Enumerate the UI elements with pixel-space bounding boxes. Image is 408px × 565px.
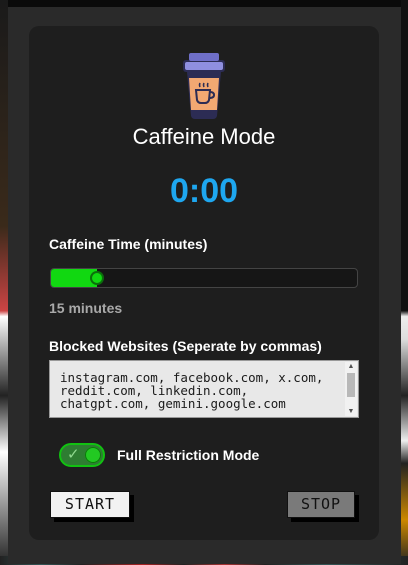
start-button[interactable]: START xyxy=(50,491,130,518)
textarea-scrollbar[interactable]: ▲ ▼ xyxy=(345,362,357,416)
stop-button[interactable]: STOP xyxy=(287,491,355,518)
caffeine-time-slider[interactable] xyxy=(50,268,358,288)
caffeine-time-value: 15 minutes xyxy=(49,300,123,316)
blocked-websites-textarea[interactable]: instagram.com, facebook.com, x.com, redd… xyxy=(49,360,359,418)
full-restriction-toggle[interactable]: ✓ xyxy=(59,443,105,467)
full-restriction-label: Full Restriction Mode xyxy=(117,447,260,463)
blocked-websites-label: Blocked Websites (Seperate by commas) xyxy=(49,338,322,354)
app-title: Caffeine Mode xyxy=(132,124,276,149)
check-icon: ✓ xyxy=(67,446,80,463)
slider-thumb[interactable] xyxy=(91,273,102,283)
countdown-timer: 0:00 xyxy=(169,172,239,210)
coffee-cup-icon xyxy=(183,53,225,119)
scroll-up-icon[interactable]: ▲ xyxy=(345,362,357,371)
toggle-knob xyxy=(85,447,101,463)
background-page-fragment xyxy=(0,0,8,565)
scroll-thumb[interactable] xyxy=(347,373,355,397)
slider-fill xyxy=(51,269,97,287)
background-page-fragment xyxy=(401,0,408,565)
caffeine-time-label: Caffeine Time (minutes) xyxy=(49,236,208,252)
scroll-down-icon[interactable]: ▼ xyxy=(345,407,357,416)
blocked-websites-text: instagram.com, facebook.com, x.com, redd… xyxy=(60,370,331,411)
